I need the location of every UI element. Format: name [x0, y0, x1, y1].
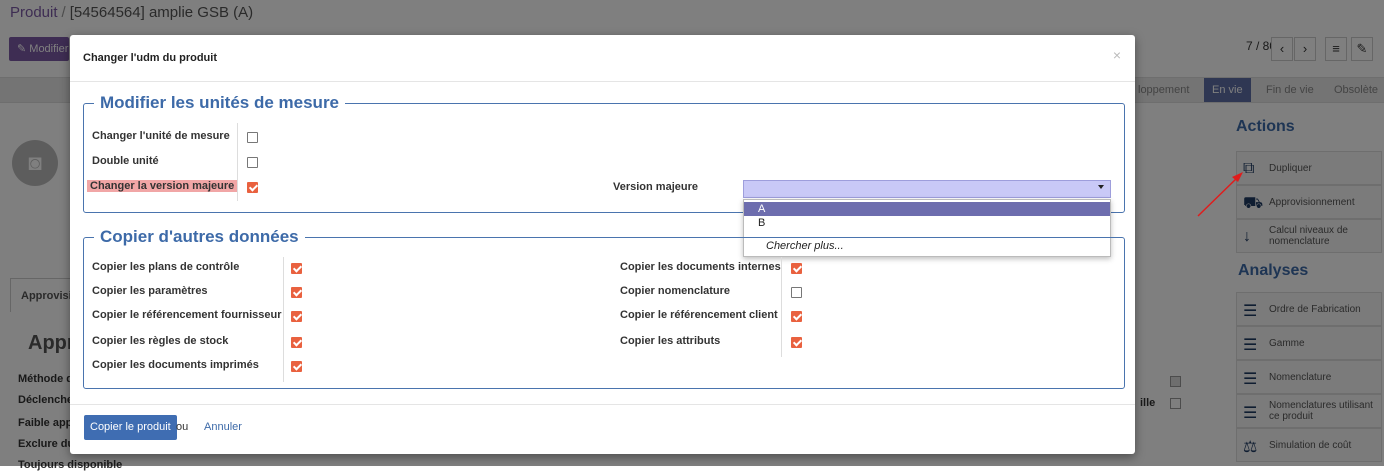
annotation-arrow-icon — [1197, 172, 1243, 217]
